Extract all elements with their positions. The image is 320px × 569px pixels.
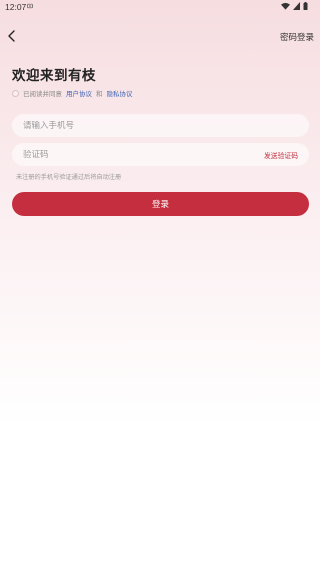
page-title: 欢迎来到有枝 (12, 68, 96, 84)
agreement-checkbox[interactable] (12, 89, 19, 97)
password-login-link[interactable]: 密码登录 (280, 31, 314, 43)
auto-register-hint: 未注册的手机号验证通过后将自动注册 (16, 174, 122, 181)
top-bar: 密码登录 (0, 24, 320, 52)
phone-input[interactable] (23, 120, 298, 131)
agreement-and: 和 (96, 90, 103, 98)
phone-field (12, 114, 309, 137)
agreement-prefix: 已阅读并同意 (23, 90, 62, 98)
code-field: 发送验证码 (12, 143, 309, 166)
status-time: 12:07 (5, 2, 27, 12)
status-bar: 12:07 (0, 0, 320, 14)
wifi-icon (281, 2, 290, 10)
back-button[interactable] (2, 24, 20, 48)
status-icons (281, 2, 308, 10)
battery-icon (303, 2, 308, 10)
signal-icon (293, 2, 300, 10)
verification-code-input[interactable] (23, 149, 265, 160)
notification-icon (27, 3, 33, 9)
chevron-left-icon (7, 30, 15, 42)
send-code-button[interactable]: 发送验证码 (264, 150, 298, 160)
login-button[interactable]: 登录 (12, 192, 309, 216)
privacy-policy-link[interactable]: 隐私协议 (107, 88, 133, 98)
user-agreement-link[interactable]: 用户协议 (66, 88, 92, 98)
agreement-row: 已阅读并同意 用户协议 和 隐私协议 (12, 88, 137, 98)
